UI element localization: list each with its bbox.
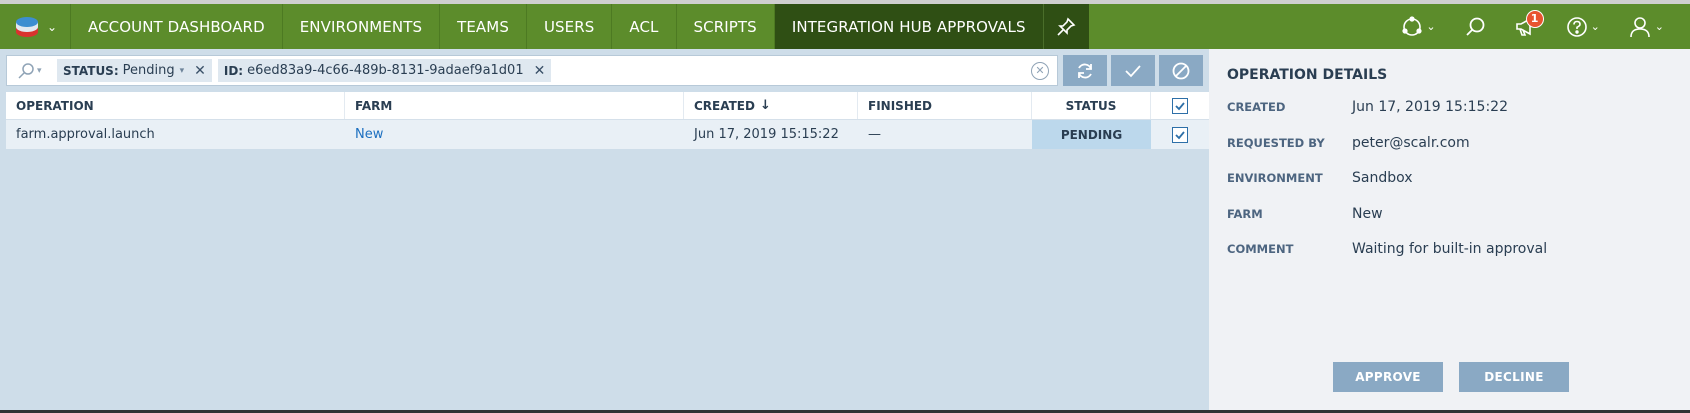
detail-created: CREATED Jun 17, 2019 15:15:22 bbox=[1227, 99, 1667, 115]
column-label: FINISHED bbox=[868, 98, 933, 113]
approve-check-icon bbox=[1125, 64, 1141, 77]
detail-label: REQUESTED BY bbox=[1227, 136, 1325, 150]
remove-filter-icon[interactable]: ✕ bbox=[194, 63, 206, 79]
filter-chip-value: Pending bbox=[122, 63, 175, 78]
detail-environment: ENVIRONMENT Sandbox bbox=[1227, 170, 1667, 186]
column-header-operation[interactable]: OPERATION bbox=[6, 92, 345, 119]
tab-account-dashboard[interactable]: ACCOUNT DASHBOARD bbox=[70, 4, 282, 49]
tab-integration-hub-approvals[interactable]: INTEGRATION HUB APPROVALS bbox=[773, 4, 1043, 49]
detail-value: peter@scalr.com bbox=[1352, 135, 1470, 151]
chevron-down-icon: ⌄ bbox=[1654, 20, 1664, 33]
search-icon bbox=[1465, 17, 1484, 36]
approve-selected-button[interactable] bbox=[1111, 55, 1155, 86]
column-label: CREATED bbox=[694, 98, 755, 113]
column-header-created[interactable]: CREATED ↓ bbox=[684, 92, 858, 119]
detail-label: CREATED bbox=[1227, 100, 1286, 114]
user-icon bbox=[1629, 16, 1650, 37]
user-toolbar: ⌄ 1 ⌄ ⌄ bbox=[1387, 4, 1690, 49]
tab-users[interactable]: USERS bbox=[525, 4, 611, 49]
sort-desc-icon: ↓ bbox=[759, 98, 771, 113]
column-label: OPERATION bbox=[16, 98, 94, 113]
filter-chip-id[interactable]: ID: e6ed83a9-4c66-489b-8131-9adaef9a1d01… bbox=[217, 59, 552, 82]
decline-selected-button[interactable] bbox=[1159, 55, 1203, 86]
tab-acl[interactable]: ACL bbox=[611, 4, 675, 49]
detail-value: New bbox=[1352, 206, 1383, 222]
details-title: OPERATION DETAILS bbox=[1227, 67, 1388, 83]
tab-teams[interactable]: TEAMS bbox=[439, 4, 526, 49]
column-header-status[interactable]: STATUS bbox=[1032, 92, 1151, 119]
column-label: FARM bbox=[355, 98, 393, 113]
operation-details-panel: OPERATION DETAILS CREATED Jun 17, 2019 1… bbox=[1209, 49, 1690, 413]
column-header-farm[interactable]: FARM bbox=[345, 92, 684, 119]
remove-filter-icon[interactable]: ✕ bbox=[534, 63, 546, 79]
checkbox-icon bbox=[1172, 97, 1188, 114]
detail-value: Sandbox bbox=[1352, 170, 1413, 186]
filter-chip-key: STATUS: bbox=[63, 63, 119, 78]
chevron-down-icon: ⌄ bbox=[1590, 20, 1600, 33]
table-header: OPERATION FARM CREATED ↓ FINISHED STATUS bbox=[6, 92, 1209, 120]
filter-chip-value: e6ed83a9-4c66-489b-8131-9adaef9a1d01 bbox=[247, 63, 524, 78]
cell-created: Jun 17, 2019 15:15:22 bbox=[694, 127, 839, 142]
cell-finished: — bbox=[868, 127, 881, 142]
column-label: STATUS bbox=[1065, 98, 1117, 113]
status-badge: PENDING bbox=[1032, 120, 1151, 149]
detail-comment: COMMENT Waiting for built-in approval bbox=[1227, 241, 1667, 257]
table-row[interactable]: farm.approval.launch New Jun 17, 2019 15… bbox=[6, 120, 1209, 149]
tab-scripts[interactable]: SCRIPTS bbox=[675, 4, 774, 49]
pin-tab-button[interactable] bbox=[1042, 4, 1089, 49]
filter-search-field[interactable]: ▾ STATUS: Pending ▾ ✕ ID: e6ed83a9-4c66-… bbox=[6, 55, 1058, 86]
search-icon bbox=[18, 62, 34, 79]
notification-badge: 1 bbox=[1525, 9, 1544, 28]
decline-cancel-icon bbox=[1172, 62, 1190, 79]
decline-button[interactable]: DECLINE bbox=[1459, 362, 1569, 392]
tab-environments[interactable]: ENVIRONMENTS bbox=[281, 4, 439, 49]
help-menu[interactable]: ⌄ bbox=[1552, 16, 1614, 38]
top-navigation-bar: ⌄ ACCOUNT DASHBOARD ENVIRONMENTS TEAMS U… bbox=[0, 0, 1690, 49]
detail-label: FARM bbox=[1227, 207, 1263, 221]
chevron-down-icon[interactable]: ▾ bbox=[180, 66, 185, 76]
approve-button[interactable]: APPROVE bbox=[1333, 362, 1443, 392]
approvals-list-panel: ▾ STATUS: Pending ▾ ✕ ID: e6ed83a9-4c66-… bbox=[0, 49, 1209, 413]
clear-search-icon[interactable]: ✕ bbox=[1031, 61, 1049, 80]
chevron-down-icon: ▾ bbox=[37, 65, 42, 76]
operations-table: OPERATION FARM CREATED ↓ FINISHED STATUS … bbox=[6, 92, 1209, 149]
row-checkbox[interactable] bbox=[1151, 120, 1209, 149]
chevron-down-icon: ⌄ bbox=[46, 19, 58, 34]
select-all-checkbox[interactable] bbox=[1151, 92, 1209, 119]
farm-link[interactable]: New bbox=[355, 127, 383, 142]
detail-label: COMMENT bbox=[1227, 242, 1294, 256]
search-options-dropdown[interactable]: ▾ bbox=[7, 62, 57, 80]
column-header-finished[interactable]: FINISHED bbox=[858, 92, 1032, 119]
detail-label: ENVIRONMENT bbox=[1227, 171, 1323, 185]
scalr-logo-icon bbox=[15, 16, 38, 37]
pin-icon bbox=[1057, 17, 1076, 36]
scalr-logo-menu[interactable]: ⌄ bbox=[0, 4, 70, 49]
checkbox-icon bbox=[1172, 126, 1188, 143]
help-icon bbox=[1566, 16, 1587, 37]
cell-farm: New bbox=[345, 120, 684, 149]
filter-chip-status[interactable]: STATUS: Pending ▾ ✕ bbox=[57, 59, 212, 82]
global-search-button[interactable] bbox=[1450, 16, 1500, 38]
detail-farm: FARM New bbox=[1227, 206, 1667, 222]
user-menu[interactable]: ⌄ bbox=[1614, 15, 1678, 39]
chevron-down-icon: ⌄ bbox=[1426, 20, 1436, 33]
refresh-icon bbox=[1078, 63, 1092, 78]
filter-chip-key: ID: bbox=[223, 63, 244, 78]
detail-requested-by: REQUESTED BY peter@scalr.com bbox=[1227, 135, 1667, 151]
cell-operation: farm.approval.launch bbox=[16, 127, 155, 142]
refresh-button[interactable] bbox=[1063, 55, 1107, 86]
detail-value: Waiting for built-in approval bbox=[1352, 241, 1548, 257]
announcements-button[interactable]: 1 bbox=[1500, 9, 1552, 38]
detail-value: Jun 17, 2019 15:15:22 bbox=[1352, 99, 1508, 115]
environment-switcher[interactable]: ⌄ bbox=[1387, 15, 1449, 38]
cycle-icon bbox=[1402, 15, 1422, 36]
